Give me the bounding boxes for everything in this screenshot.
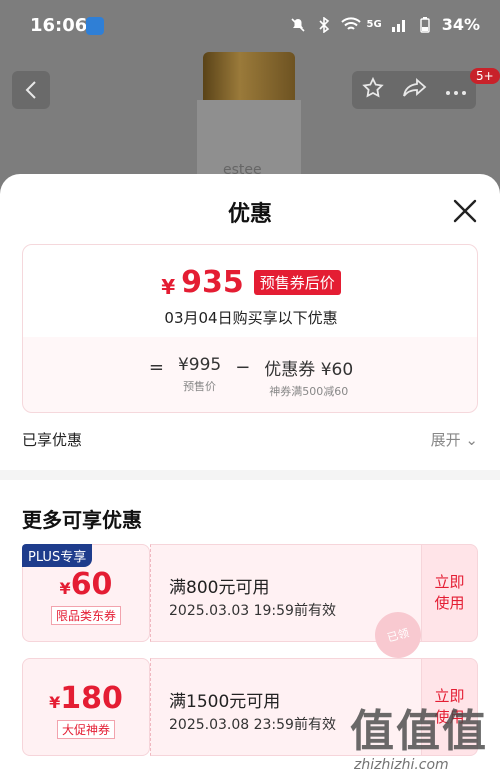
site-watermark: 值值值 zhizhizhi.com [340,693,500,783]
status-time: 16:06 [30,15,88,36]
price-tag: 预售券后价 [253,270,341,295]
coupon-discount: 优惠券 ¥60 [264,360,354,380]
status-bar: 16:06 5G 34% [0,0,500,52]
coupon-type: 大促神券 [56,720,115,739]
coupon-currency: ¥ [59,579,71,598]
coupon-value: 60 [70,567,113,602]
minus-sign: − [235,357,251,378]
equals-sign: = [148,357,164,378]
more-button[interactable] [445,81,467,100]
status-icons: 5G 34% [289,15,480,34]
coupon-currency: ¥ [49,693,61,712]
message-count-badge: 5+ [470,68,500,84]
star-icon [361,76,384,98]
watermark-url: zhizhizhi.com [354,757,449,773]
plus-exclusive-badge: PLUS专享 [22,544,93,567]
coupon-value: 180 [60,681,123,716]
chevron-left-icon [25,81,36,99]
mute-icon [289,17,307,33]
close-icon[interactable] [452,198,478,224]
bluetooth-icon [315,15,333,34]
presale-price: ¥995 [177,355,222,375]
coupon-value-panel: ¥ 180 大促神券 [22,658,150,756]
app-notification-icon [86,17,104,35]
battery-level: 34% [441,15,480,34]
discount-sheet: 优惠 ¥ 935 预售券后价 03月04日购买享以下优惠 = ¥995 预售价 … [0,174,500,783]
battery-icon [416,16,434,33]
purchase-date-note: 03月04日购买享以下优惠 [164,309,338,327]
product-image: estee [197,52,301,180]
section-divider [0,470,500,480]
coupon-expiry: 2025.03.03 19:59前有效 [169,603,336,619]
watermark-logo: 值值值 [350,706,488,757]
signal-icon [390,17,408,33]
favorite-button[interactable] [361,76,385,104]
more-icon [446,90,467,95]
coupon-amount: ¥ 60 [60,567,113,602]
share-icon [403,78,427,97]
final-price-line: ¥ 935 预售券后价 [23,265,479,300]
back-button[interactable] [12,71,50,109]
coupon-condition: 满800元可用 [169,578,270,598]
wifi-icon [340,16,361,33]
presale-caption: 预售价 [183,380,217,393]
coupon-discount-item: 优惠券 ¥60 神券满500减60 [264,355,353,399]
network-type: 5G [366,19,382,30]
coupon-expiry: 2025.03.08 23:59前有效 [169,717,336,733]
enjoyed-label: 已享优惠 [22,431,83,449]
sheet-title: 优惠 [227,202,272,227]
coupon-condition: 满1500元可用 [169,692,281,712]
final-price: 935 [181,265,244,300]
expand-button[interactable]: 展开 ⌄ [431,429,478,450]
coupon-card[interactable]: PLUS专享 ¥ 60 限品类东券 满800元可用 2025.03.03 19:… [22,544,478,664]
enjoyed-discounts-row[interactable]: 已享优惠 展开 ⌄ [22,429,478,450]
presale-price-item: ¥995 预售价 [178,355,221,399]
top-actions [352,71,476,109]
share-button[interactable] [402,77,428,103]
coupon-type: 限品类东券 [50,606,121,625]
price-currency: ¥ [161,274,176,299]
coupon-amount: ¥ 180 [49,681,123,716]
price-summary-card: ¥ 935 预售券后价 03月04日购买享以下优惠 = ¥995 预售价 − 优… [22,244,478,413]
use-now-button[interactable]: 立即 使用 [422,544,478,642]
bottle-cap [203,52,295,102]
more-discounts-title: 更多可享优惠 [22,508,142,532]
price-breakdown: = ¥995 预售价 − 优惠券 ¥60 神券满500减60 [23,355,479,399]
coupon-caption: 神券满500减60 [269,385,349,398]
